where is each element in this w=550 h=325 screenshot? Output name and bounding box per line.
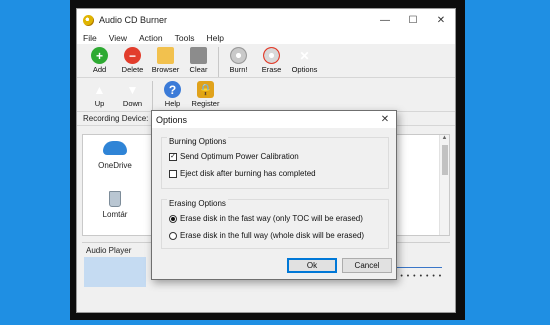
clear-button[interactable]: Clear [182,47,215,74]
register-button[interactable]: 🔒 Register [189,81,222,108]
title-bar: Audio CD Burner — ☐ ✕ [77,9,455,31]
menu-file[interactable]: File [83,33,97,43]
clear-icon [190,47,207,64]
delete-button[interactable]: − Delete [116,47,149,74]
file-item-recycle-bin[interactable]: Lomtár [93,191,137,219]
ok-button[interactable]: Ok [287,258,337,273]
eject-disk-option[interactable]: Eject disk after burning has completed [169,169,316,178]
maximize-button[interactable]: ☐ [399,15,427,26]
register-label: Register [191,99,220,108]
options-dialog: Options ✕ Burning Options ✓ Send Optimum… [151,110,397,280]
toolbar-separator [218,47,219,77]
burning-options-group: Burning Options ✓ Send Optimum Power Cal… [161,137,389,189]
up-button[interactable]: ▲ Up [83,81,116,109]
tools-icon: ✕ [299,48,310,63]
file-item-label: Lomtár [102,210,128,219]
up-label: Up [94,99,105,108]
optimum-power-calibration-label: Send Optimum Power Calibration [180,152,299,161]
down-label: Down [122,99,143,108]
burn-label: Burn! [229,65,248,74]
help-icon: ? [164,81,181,98]
burn-button[interactable]: Burn! [222,47,255,74]
dialog-title: Options [156,114,188,125]
recycle-bin-icon [109,191,121,207]
eject-disk-label: Eject disk after burning has completed [180,169,316,178]
optimum-power-calibration-checkbox[interactable]: ✓ [169,152,177,161]
options-button[interactable]: ✕ Options [288,47,321,75]
app-disc-icon [83,14,94,26]
secondary-toolbar: ▲ Up ▼ Down ? Help 🔒 Register [77,78,455,112]
cancel-button[interactable]: Cancel [342,258,392,273]
erasing-options-group: Erasing Options Erase disk in the fast w… [161,199,389,249]
minimize-button[interactable]: — [371,15,399,26]
erase-full-radio[interactable] [169,231,177,240]
erase-fast-option[interactable]: Erase disk in the fast way (only TOC wil… [169,214,363,223]
erase-button[interactable]: Erase [255,47,288,74]
scroll-up-icon[interactable]: ▲ [440,135,449,141]
folder-icon [157,47,174,64]
menu-bar: File View Action Tools Help [77,31,455,44]
main-toolbar: + Add − Delete Browser Clear Burn! Erase… [77,44,455,78]
clear-label: Clear [189,65,208,74]
add-icon: + [91,47,108,64]
file-item-label: OneDrive [98,161,132,170]
erasing-options-title: Erasing Options [167,199,228,208]
close-button[interactable]: ✕ [427,15,455,26]
arrow-down-icon: ▼ [126,82,139,97]
browser-button[interactable]: Browser [149,47,182,74]
delete-label: Delete [121,65,144,74]
menu-view[interactable]: View [109,33,127,43]
onedrive-icon [103,141,127,155]
audio-position-dots: • • • • • • • • [394,273,443,280]
browser-label: Browser [151,65,180,74]
erase-fast-radio[interactable] [169,214,177,223]
erase-full-option[interactable]: Erase disk in the full way (whole disk w… [169,231,364,240]
burning-options-title: Burning Options [167,137,229,146]
disc-erase-icon [263,47,280,64]
eject-disk-checkbox[interactable] [169,169,177,178]
arrow-up-icon: ▲ [93,82,106,97]
options-label: Options [291,65,318,74]
erase-full-label: Erase disk in the full way (whole disk w… [180,231,365,240]
audio-visualizer [84,257,146,287]
scrollbar-thumb[interactable] [441,145,448,175]
lock-icon: 🔒 [197,81,214,98]
help-button[interactable]: ? Help [156,81,189,108]
delete-icon: − [124,47,141,64]
dialog-title-bar: Options ✕ [152,111,396,128]
recording-device-label: Recording Device: [83,114,149,123]
erase-fast-label: Erase disk in the fast way (only TOC wil… [180,214,363,223]
disc-burn-icon [230,47,247,64]
radio-selected-dot [171,216,175,221]
down-button[interactable]: ▼ Down [116,81,149,109]
menu-action[interactable]: Action [139,33,163,43]
window-title: Audio CD Burner [99,15,168,25]
vertical-scrollbar[interactable]: ▲ [439,135,449,235]
menu-help[interactable]: Help [206,33,223,43]
optimum-power-calibration-option[interactable]: ✓ Send Optimum Power Calibration [169,152,299,161]
dialog-close-button[interactable]: ✕ [374,114,396,125]
add-button[interactable]: + Add [83,47,116,74]
add-label: Add [92,65,107,74]
audio-progress-track[interactable] [394,267,442,268]
file-item-onedrive[interactable]: OneDrive [93,141,137,170]
window-controls: — ☐ ✕ [371,15,455,26]
menu-tools[interactable]: Tools [175,33,195,43]
help-label: Help [164,99,181,108]
toolbar-separator [152,81,153,111]
erase-label: Erase [261,65,282,74]
